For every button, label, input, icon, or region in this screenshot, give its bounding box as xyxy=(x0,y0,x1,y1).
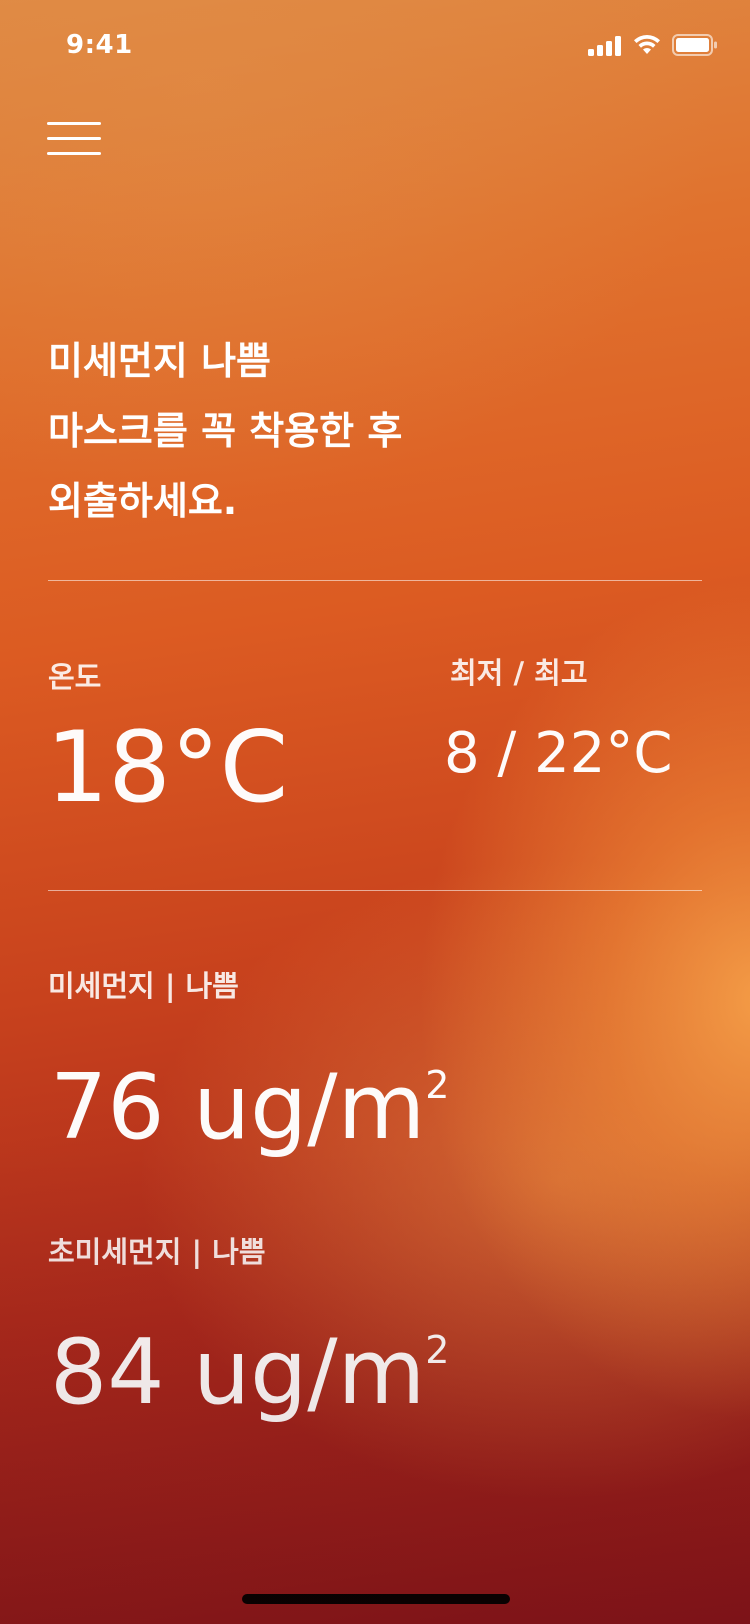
headline-line-1: 미세먼지 나쁨 xyxy=(48,339,271,383)
battery-icon xyxy=(672,34,717,56)
temp-range-label: 최저 / 최고 xyxy=(450,656,588,690)
temperature-label: 온도 xyxy=(48,660,102,694)
temp-range-value: 8 / 22°C xyxy=(444,721,673,786)
cellular-signal-icon xyxy=(588,36,624,56)
headline-line-3: 외출하세요. xyxy=(48,479,238,523)
ultrafine-dust-value: 84 ug/m2 xyxy=(50,1300,449,1423)
air-quality-headline: 미세먼지 나쁨 마스크를 꼭 착용한 후 외출하세요. xyxy=(48,326,648,536)
wifi-icon xyxy=(634,34,660,54)
headline-line-2: 마스크를 꼭 착용한 후 xyxy=(48,409,403,453)
home-indicator[interactable] xyxy=(242,1594,510,1604)
temperature-value: 18°C xyxy=(46,711,289,825)
ultrafine-dust-number: 84 ug/m xyxy=(50,1320,426,1425)
divider-middle xyxy=(48,890,702,891)
air-quality-screen: 9:41 미세먼지 나쁨 마스크를 꼭 착용한 후 외출하세요. 온도 18°C… xyxy=(0,0,750,1624)
status-time: 9:41 xyxy=(66,30,133,60)
fine-dust-number: 76 ug/m xyxy=(50,1055,426,1160)
fine-dust-unit-superscript: 2 xyxy=(425,1063,450,1107)
divider-top xyxy=(48,580,702,581)
ultrafine-dust-unit-superscript: 2 xyxy=(425,1328,450,1372)
ultrafine-dust-label: 초미세먼지 | 나쁨 xyxy=(48,1235,266,1269)
fine-dust-value: 76 ug/m2 xyxy=(50,1035,449,1158)
hamburger-menu-icon[interactable] xyxy=(47,122,103,162)
fine-dust-label: 미세먼지 | 나쁨 xyxy=(48,969,239,1003)
